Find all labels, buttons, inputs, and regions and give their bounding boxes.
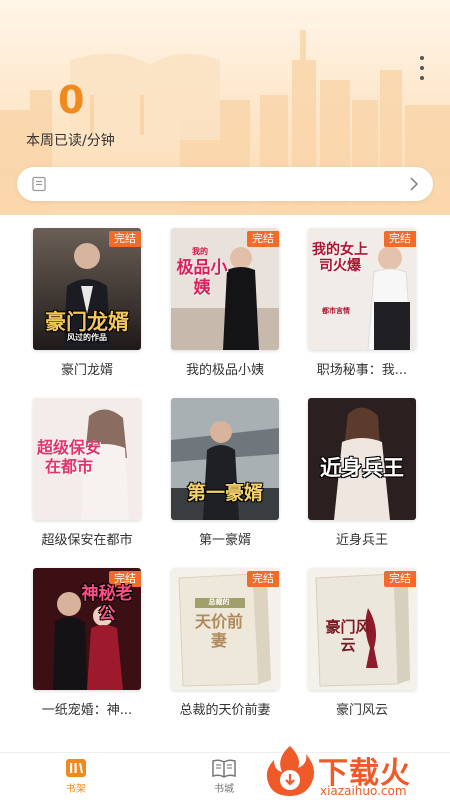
cover-sub: 我的 [192, 247, 208, 256]
site-watermark: 下载火 xiazaihuo.com [262, 742, 450, 800]
book-item[interactable]: 超级保安在都市 超级保安在都市 [33, 398, 141, 548]
cover-title: 天价前妻 [194, 612, 243, 650]
book-title: 总裁的天价前妻 [179, 703, 271, 718]
tab-label: 书城 [214, 784, 234, 795]
cover-title: 第一豪婿 [186, 482, 263, 504]
watermark-url: xiazaihuo.com [320, 784, 407, 798]
weekly-read-label: 本周已读/分钟 [26, 133, 115, 149]
book-title: 豪门风云 [335, 703, 388, 718]
book-title: 豪门龙婿 [60, 363, 113, 378]
bookshelf-icon [66, 759, 86, 777]
completed-badge: 完结 [247, 231, 279, 247]
book-cover[interactable]: 完结 豪门风云 [308, 568, 416, 690]
reading-header: 0 本周已读/分钟 [0, 0, 450, 215]
chevron-right-icon [410, 177, 419, 191]
book-item[interactable]: 完结 总裁的 天价前妻 总裁的天价前妻 [171, 568, 279, 718]
cover-title: 我的女上司火爆 [312, 242, 368, 274]
completed-badge: 完结 [384, 571, 416, 587]
cover-sub: 总裁的 [208, 598, 230, 606]
tab-label: 书架 [66, 784, 86, 795]
cover-sub: 都市言情 [322, 307, 350, 315]
book-title: 职场秘事：我... [316, 363, 408, 378]
book-title: 近身兵王 [335, 533, 388, 548]
cover-title: 豪门风云 [325, 618, 371, 654]
cover-title: 神秘老公 [81, 584, 133, 624]
completed-badge: 完结 [247, 571, 279, 587]
book-cover[interactable]: 完结 我的女上司火爆 都市言情 [308, 228, 416, 350]
book-cover[interactable]: 第一豪婿 [171, 398, 279, 520]
completed-badge: 完结 [384, 231, 416, 247]
book-cover[interactable]: 完结 我的 极品小姨 [171, 228, 279, 350]
flame-logo-icon [266, 746, 314, 796]
book-cover[interactable]: 近身兵王 [308, 398, 416, 520]
book-title: 第一豪婿 [198, 533, 251, 548]
book-cover[interactable]: 完结 豪门龙婿 风过的作品 [33, 228, 141, 350]
completed-badge: 完结 [109, 231, 141, 247]
cover-author: 风过的作品 [67, 333, 107, 342]
cover-title: 极品小姨 [176, 258, 228, 298]
book-item[interactable]: 完结 我的女上司火爆 都市言情 职场秘事：我... [308, 228, 416, 378]
book-item[interactable]: 完结 豪门龙婿 风过的作品 豪门龙婿 [33, 228, 141, 378]
book-title: 超级保安在都市 [41, 533, 133, 548]
book-cover[interactable]: 超级保安在都市 [33, 398, 141, 520]
more-options-icon[interactable] [416, 56, 428, 80]
book-item[interactable]: 近身兵王 近身兵王 [308, 398, 416, 548]
tab-bookstore[interactable]: 书城 [194, 757, 254, 795]
book-item[interactable]: 第一豪婿 第一豪婿 [171, 398, 279, 548]
book-title: 我的极品小姨 [185, 363, 264, 378]
book-item[interactable]: 完结 神秘老公 一纸宠婚：神... [33, 568, 141, 718]
book-item[interactable]: 完结 我的 极品小姨 我的极品小姨 [171, 228, 279, 378]
book-title: 一纸宠婚：神... [41, 703, 133, 718]
search-bar[interactable] [17, 167, 433, 201]
weekly-read-minutes: 0 [58, 78, 85, 122]
open-book-icon [212, 759, 236, 778]
cover-title: 超级保安在都市 [36, 438, 101, 476]
tab-bookshelf[interactable]: 书架 [46, 757, 106, 795]
document-icon [32, 176, 46, 192]
book-cover[interactable]: 完结 神秘老公 [33, 568, 141, 690]
cover-title: 近身兵王 [320, 456, 404, 480]
book-cover[interactable]: 完结 总裁的 天价前妻 [171, 568, 279, 690]
book-item[interactable]: 完结 豪门风云 豪门风云 [308, 568, 416, 718]
